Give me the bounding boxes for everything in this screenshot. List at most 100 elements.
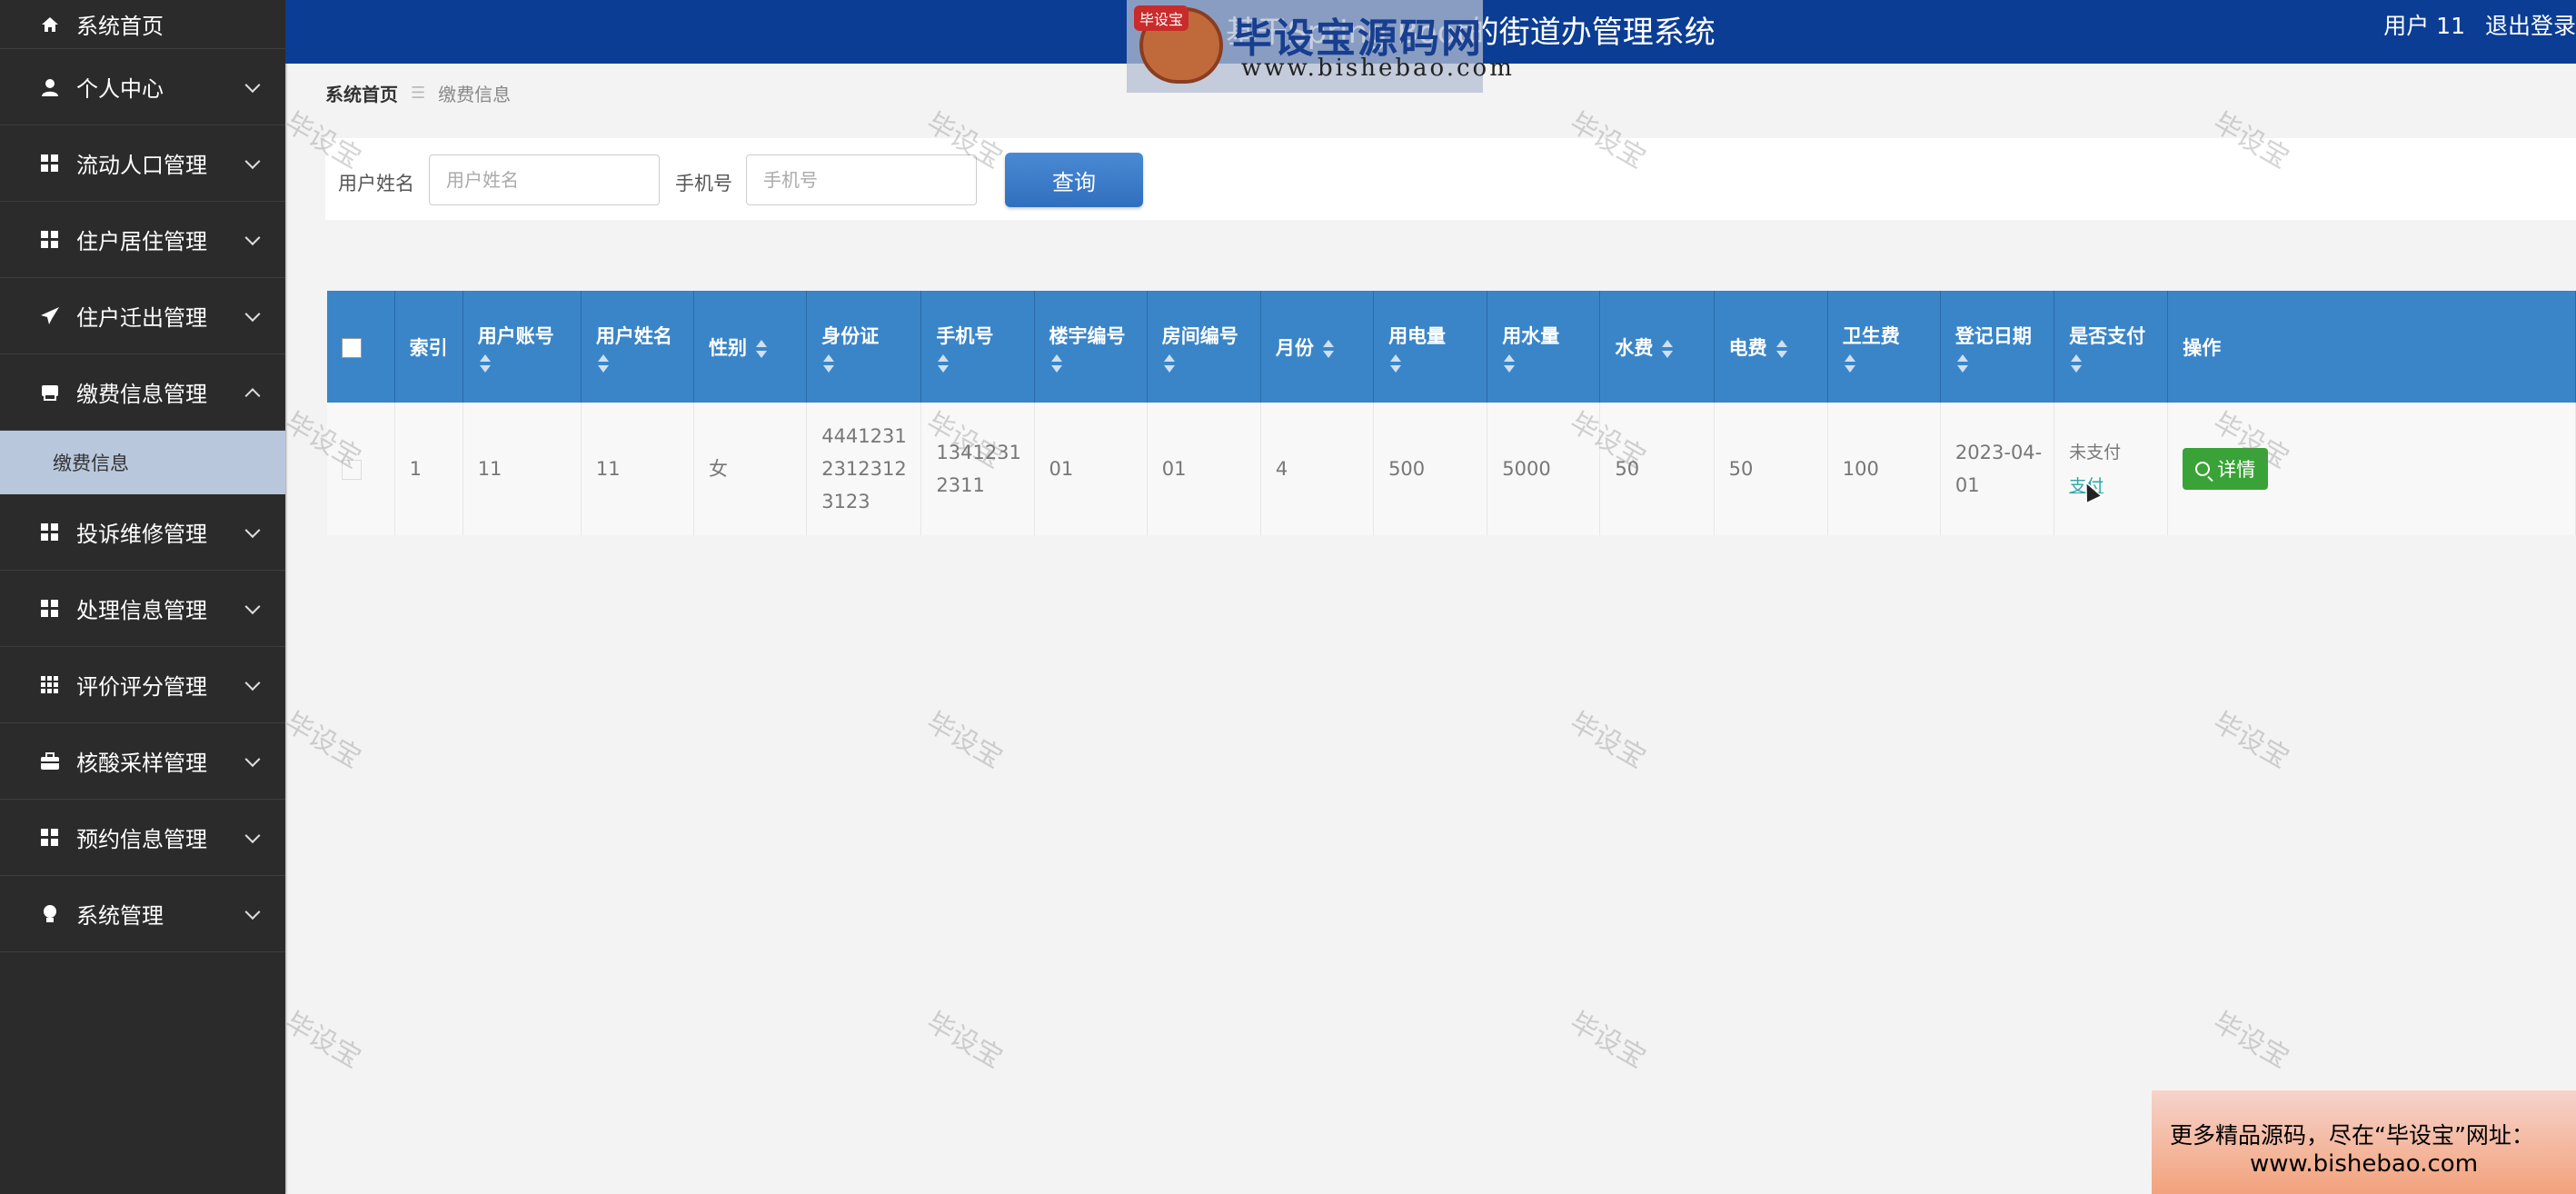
column-header-label: 卫生费: [1842, 324, 1900, 347]
sort-icon[interactable]: [1844, 353, 1855, 373]
cell-actions: 详情: [2167, 403, 2576, 535]
username-search-input[interactable]: [429, 154, 660, 205]
grid-icon: [40, 154, 60, 174]
sidebar-item-payment-management[interactable]: 缴费信息管理: [0, 354, 285, 431]
watermark-text: 毕设宝: [920, 706, 1008, 775]
column-header-electricity-use[interactable]: 用电量: [1373, 291, 1488, 403]
user-icon: [40, 77, 60, 97]
sort-icon[interactable]: [756, 339, 768, 358]
logout-link[interactable]: 退出登录: [2485, 8, 2576, 41]
sidebar-item-label: 投诉维修管理: [76, 522, 207, 547]
column-header-id-card[interactable]: 身份证: [806, 291, 922, 403]
logo-url: www.bishebao.com: [1241, 55, 1515, 82]
sort-icon[interactable]: [1775, 339, 1787, 358]
sidebar-item-floating-population[interactable]: 流动人口管理: [0, 125, 285, 202]
column-header-account[interactable]: 用户账号: [462, 291, 582, 403]
sidebar-item-label: 预约信息管理: [76, 827, 207, 852]
sidebar-item-personal-center[interactable]: 个人中心: [0, 49, 285, 125]
grid-icon: [40, 522, 60, 542]
promo-url[interactable]: www.bishebao.com: [2152, 1150, 2576, 1178]
chevron-down-icon: [244, 598, 261, 614]
send-icon: [40, 306, 60, 326]
watermark-text: 毕设宝: [279, 706, 366, 775]
chevron-down-icon: [244, 153, 261, 169]
column-header-label: 月份: [1275, 336, 1314, 359]
column-header-label: 身份证: [821, 324, 880, 347]
sort-icon[interactable]: [1662, 339, 1674, 358]
column-header-water-fee[interactable]: 水费: [1599, 291, 1715, 403]
payment-table: 索引 用户账号 用户姓名 性别 身份证 手机号 楼宇编号 房间编号 月份 用电量…: [327, 291, 2576, 535]
sidebar-item-residence[interactable]: 住户居住管理: [0, 202, 285, 278]
select-all-cell: [327, 291, 395, 403]
sort-icon[interactable]: [1050, 353, 1062, 373]
detail-button[interactable]: 详情: [2183, 448, 2269, 490]
column-header-month[interactable]: 月份: [1260, 291, 1375, 403]
watermark-text: 毕设宝: [2207, 706, 2294, 775]
sort-icon[interactable]: [597, 353, 609, 373]
sidebar-item-nucleic-acid[interactable]: 核酸采样管理: [0, 723, 285, 800]
column-header-index: 索引: [394, 291, 463, 403]
cell-date: 2023-04-01: [1940, 403, 2055, 535]
row-checkbox[interactable]: [342, 460, 362, 480]
chevron-up-icon: [244, 387, 261, 403]
promo-text: 更多精品源码，尽在“毕设宝”网址：: [2170, 1122, 2534, 1149]
table-row: 1 11 11 女 4441231 2312312 3123 1341231 2…: [327, 403, 2576, 535]
breadcrumb: 系统首页 ☰ 缴费信息: [325, 80, 511, 106]
breadcrumb-home[interactable]: 系统首页: [325, 80, 398, 106]
column-header-label: 电费: [1728, 336, 1767, 359]
column-header-sanitation-fee[interactable]: 卫生费: [1827, 291, 1941, 403]
sort-icon[interactable]: [1956, 353, 1968, 373]
column-header-date[interactable]: 登记日期: [1940, 291, 2055, 403]
column-header-label: 手机号: [936, 324, 994, 347]
column-header-electric-fee[interactable]: 电费: [1714, 291, 1828, 403]
column-header-phone[interactable]: 手机号: [920, 291, 1035, 403]
current-user: 用户 11: [2383, 13, 2465, 39]
sort-icon[interactable]: [479, 353, 491, 373]
column-header-room[interactable]: 房间编号: [1147, 291, 1261, 403]
sidebar-item-appointment[interactable]: 预约信息管理: [0, 800, 285, 876]
sort-icon[interactable]: [1390, 353, 1402, 373]
sidebar: 系统首页 个人中心 流动人口管理 住户居住管理 住户迁出管理 缴费信息管理 缴费…: [0, 0, 285, 1194]
sidebar-subitem-payment-info[interactable]: 缴费信息: [0, 431, 285, 494]
watermark-text: 毕设宝: [279, 1006, 366, 1075]
column-header-water-use[interactable]: 用水量: [1487, 291, 1601, 403]
column-header-label: 操作: [2183, 336, 2222, 359]
sidebar-item-move-out[interactable]: 住户迁出管理: [0, 278, 285, 354]
grid-icon: [40, 828, 60, 848]
sort-icon[interactable]: [823, 353, 835, 373]
sort-icon[interactable]: [1504, 353, 1516, 373]
chevron-down-icon: [244, 674, 261, 691]
breadcrumb-current: 缴费信息: [438, 84, 512, 105]
sidebar-item-system[interactable]: 系统管理: [0, 876, 285, 952]
phone-label: 手机号: [675, 173, 732, 194]
sort-icon[interactable]: [938, 353, 950, 373]
chevron-down-icon: [244, 827, 261, 843]
sidebar-item-rating[interactable]: 评价评分管理: [0, 647, 285, 723]
sidebar-item-home[interactable]: 系统首页: [0, 0, 285, 49]
column-header-label: 用水量: [1502, 324, 1560, 347]
watermark-text: 毕设宝: [2207, 1006, 2294, 1075]
column-header-building[interactable]: 楼宇编号: [1034, 291, 1148, 403]
sort-icon[interactable]: [2071, 353, 2083, 373]
sidebar-item-complaint-repair[interactable]: 投诉维修管理: [0, 494, 285, 571]
column-header-label: 是否支付: [2069, 324, 2146, 347]
column-header-gender[interactable]: 性别: [693, 291, 808, 403]
search-button[interactable]: 查询: [1005, 153, 1143, 207]
select-all-checkbox[interactable]: [342, 337, 362, 358]
column-header-name[interactable]: 用户姓名: [581, 291, 695, 403]
sidebar-item-label: 缴费信息管理: [76, 382, 207, 407]
sort-icon[interactable]: [1163, 353, 1175, 373]
cell-gender: 女: [693, 403, 808, 535]
site-logo-overlay: 毕设宝 毕设宝源码网 www.bishebao.com: [1127, 0, 1512, 93]
sidebar-item-label: 住户居住管理: [76, 229, 207, 254]
sidebar-item-processing[interactable]: 处理信息管理: [0, 571, 285, 647]
sort-icon[interactable]: [1322, 339, 1334, 358]
cell-water-fee: 50: [1599, 403, 1715, 535]
cell-water-use: 5000: [1487, 403, 1601, 535]
column-header-label: 楼宇编号: [1049, 324, 1126, 347]
phone-search-input[interactable]: [746, 154, 977, 205]
username-label: 用户姓名: [338, 173, 414, 194]
column-header-pay-status[interactable]: 是否支付: [2054, 291, 2169, 403]
sidebar-item-label: 住户迁出管理: [76, 305, 207, 331]
cell-electricity-use: 500: [1373, 403, 1488, 535]
